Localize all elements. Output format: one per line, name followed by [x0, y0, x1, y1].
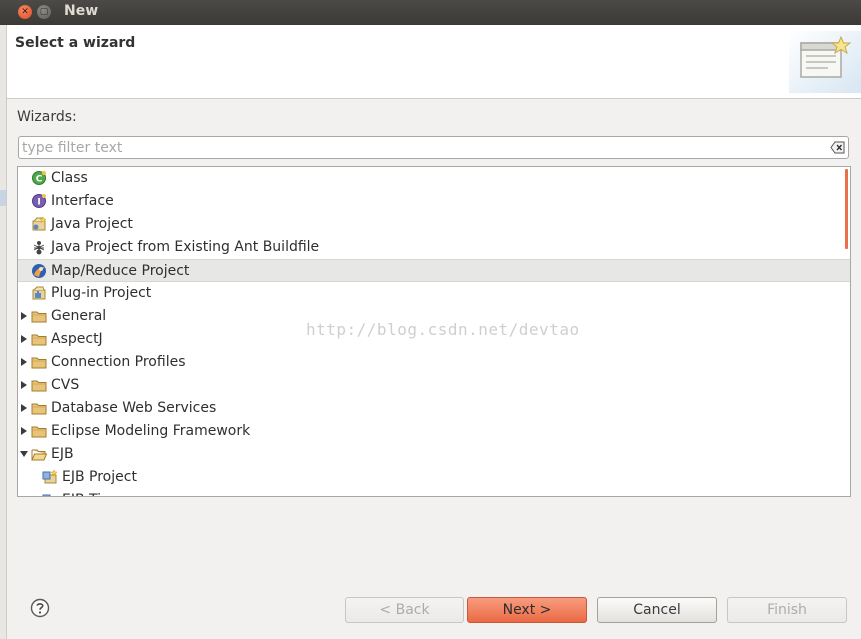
tree-item-label: Connection Profiles: [51, 354, 186, 370]
tree-item-label: Eclipse Modeling Framework: [51, 423, 251, 439]
collapsed-arrow-icon[interactable]: [19, 380, 29, 390]
finish-button[interactable]: Finish: [727, 597, 847, 623]
window-title: New: [64, 3, 99, 19]
wizard-tree[interactable]: EJB Ti... EJB Project EJB Eclipse Modeling …: [17, 166, 851, 497]
svg-text:C: C: [36, 175, 43, 185]
mapreduce-icon: [32, 264, 46, 278]
collapsed-arrow-icon[interactable]: [19, 311, 29, 321]
tree-item-label: AspectJ: [51, 331, 103, 347]
tree-row[interactable]: Database Web Services: [18, 397, 850, 420]
tree-scrollbar[interactable]: [845, 169, 848, 249]
tree-item-label: EJB Ti...: [62, 492, 114, 496]
tree-item-label: Java Project from Existing Ant Buildfile: [51, 239, 320, 255]
tree-item-label: Map/Reduce Project: [51, 263, 190, 279]
minimize-window-button[interactable]: ▢: [37, 5, 51, 19]
tree-item-label: EJB Project: [62, 469, 137, 485]
collapsed-arrow-icon[interactable]: [19, 426, 29, 436]
wizard-header: Select a wizard: [7, 25, 861, 99]
collapsed-arrow-icon[interactable]: [19, 403, 29, 413]
tree-item-label: EJB: [51, 446, 74, 462]
filter-input[interactable]: [22, 138, 822, 157]
ant-icon: [33, 241, 45, 255]
page-title: Select a wizard: [15, 35, 136, 51]
svg-text:I: I: [37, 198, 40, 208]
ejb-timer-icon: [42, 494, 51, 496]
plugin-project-icon: [32, 286, 46, 300]
collapsed-arrow-icon[interactable]: [19, 334, 29, 344]
wizards-label: Wizards:: [17, 109, 77, 125]
tree-item-label: General: [51, 308, 107, 324]
tree-row[interactable]: EJB Ti...: [18, 489, 850, 496]
background-window-strip: [0, 25, 7, 639]
tree-row[interactable]: Java Project from Existing Ant Buildfile: [18, 236, 850, 259]
java-interface-icon: I: [32, 194, 46, 208]
tree-row[interactable]: Java Project: [18, 213, 850, 236]
tree-item-label: CVS: [51, 377, 80, 393]
tree-row[interactable]: Connection Profiles: [18, 351, 850, 374]
java-project-icon: [32, 216, 47, 231]
tree-row[interactable]: CVS: [18, 374, 850, 397]
folder-icon: [31, 403, 47, 415]
tree-item-label: Plug-in Project: [51, 285, 152, 301]
expanded-arrow-icon[interactable]: [19, 449, 29, 459]
window-titlebar: ✕ ▢ New: [0, 0, 861, 25]
folder-icon: [31, 357, 47, 369]
collapsed-arrow-icon[interactable]: [19, 357, 29, 367]
watermark-text: http://blog.csdn.net/devtao: [306, 320, 580, 339]
tree-row[interactable]: EJB: [18, 443, 850, 466]
next-button[interactable]: Next >: [467, 597, 587, 623]
tree-item-label: Database Web Services: [51, 400, 217, 416]
tree-row[interactable]: Plug-in Project: [18, 282, 850, 305]
folder-icon: [31, 380, 47, 392]
tree-item-label: Java Project: [51, 216, 133, 232]
java-class-icon: C: [32, 171, 46, 185]
close-window-button[interactable]: ✕: [18, 5, 32, 19]
folder-open-icon: [31, 449, 47, 461]
back-button[interactable]: < Back: [345, 597, 464, 623]
tree-row[interactable]: C Class: [18, 167, 850, 190]
tree-row[interactable]: I Interface: [18, 190, 850, 213]
tree-row[interactable]: Eclipse Modeling Framework: [18, 420, 850, 443]
tree-item-label: Class: [51, 170, 88, 186]
folder-icon: [31, 311, 47, 323]
filter-field[interactable]: [18, 136, 849, 159]
new-wizard-banner-icon: [789, 31, 861, 93]
tree-row[interactable]: Map/Reduce Project: [18, 259, 850, 282]
help-icon[interactable]: [30, 598, 50, 618]
cancel-button[interactable]: Cancel: [597, 597, 717, 623]
ejb-project-icon: [42, 469, 58, 484]
folder-icon: [31, 426, 47, 438]
tree-item-label: Interface: [51, 193, 114, 209]
tree-row[interactable]: EJB Project: [18, 466, 850, 489]
folder-icon: [31, 334, 47, 346]
clear-filter-icon[interactable]: [830, 140, 846, 155]
